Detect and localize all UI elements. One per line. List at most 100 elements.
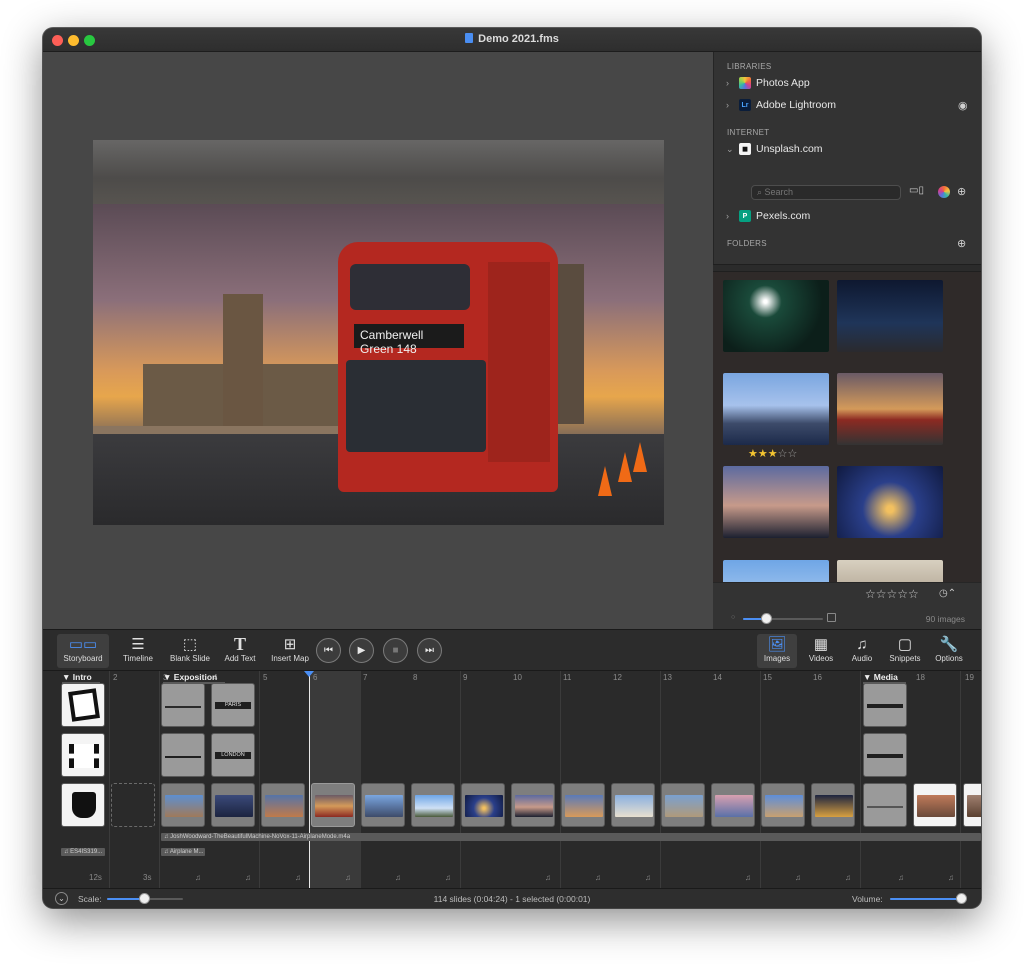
bus-upper-window [350,264,470,310]
star-empty-icon[interactable]: ☆ [788,448,798,460]
playhead[interactable] [309,671,310,888]
stop-button[interactable]: ■ [383,638,408,663]
skip-back-icon: ⏮ [324,645,333,656]
window-title-container: Demo 2021.fms [43,33,981,45]
library-item-label: Pexels.com [756,210,811,222]
text-layer-slot[interactable]: PARIS [211,683,255,727]
text-line [867,754,903,758]
image-thumbnail[interactable] [723,466,829,538]
library-item-lightroom[interactable]: › Lr Adobe Lightroom [726,99,836,111]
play-button[interactable]: ▶ [349,638,374,663]
text-line [165,706,201,708]
slide-thumbnail[interactable] [913,783,957,827]
slide-thumbnail[interactable] [511,783,555,827]
text-layer-slot[interactable] [161,683,205,727]
ruler-number: 11 [563,673,572,682]
library-item-pexels[interactable]: › P Pexels.com [726,210,810,222]
blank-slide-button[interactable]: ⬚ Blank Slide [165,634,215,668]
layout-toggle-icon[interactable]: ▭▯ [909,185,924,196]
image-thumbnail[interactable] [837,466,943,538]
ruler-number: 9 [463,673,468,682]
slide-thumbnail[interactable] [863,783,907,827]
timeline-button[interactable]: ☰ Timeline [117,634,159,668]
insert-map-button[interactable]: ⊞ Insert Map [267,634,313,668]
text-layer-slot[interactable] [161,733,205,777]
audio-tab[interactable]: ♫ Audio [843,634,881,668]
panel-splitter[interactable] [713,264,981,272]
previous-slide-overlay [93,140,664,204]
storyboard-label: Storyboard [63,654,103,663]
column-divider [460,671,461,888]
library-item-unsplash[interactable]: ⌄ ◼ Unsplash.com [726,143,823,155]
star-icon[interactable]: ★ [768,448,778,460]
text-layer-slot[interactable]: LONDON [211,733,255,777]
snippets-tab[interactable]: ▢ Snippets [883,634,927,668]
slide-thumbnail[interactable] [211,783,255,827]
music-note-icon: ♫ [445,873,451,882]
snippets-label: Snippets [889,654,921,663]
slide-thumbnail[interactable] [561,783,605,827]
slide-thumbnail[interactable] [461,783,505,827]
add-text-label: Add Text [224,654,256,663]
color-filter-icon[interactable] [938,186,950,198]
sort-clock-icon[interactable]: ◷⌃ [939,588,956,599]
effect-slot[interactable] [61,683,105,727]
text-layer-slot[interactable] [863,733,907,777]
playhead-handle[interactable] [304,671,314,677]
skip-back-button[interactable]: ⏮ [316,638,341,663]
account-icon[interactable]: ◉ [958,99,968,112]
slide-thumbnail[interactable] [963,783,981,827]
empty-slide-placeholder[interactable] [111,783,155,827]
image-thumbnail[interactable] [723,280,829,352]
effect-slot[interactable] [61,733,105,777]
images-tab[interactable]: 🖼 Images [757,634,797,668]
effect-slot[interactable] [61,783,105,827]
slide-thumbnail-selected[interactable] [311,783,355,827]
options-tab[interactable]: 🔧 Options [929,634,969,668]
audio-track-main[interactable]: ♫ JoshWoodward-TheBeautifulMachine-NoVox… [161,833,981,841]
ruler-number: 16 [813,673,822,682]
large-size-icon [827,613,836,622]
slide-thumbnail[interactable] [711,783,755,827]
skip-forward-button[interactable]: ⏭ [417,638,442,663]
unsplash-search-input[interactable]: ⌕ Search [751,185,901,200]
library-item-photos[interactable]: › Photos App [726,77,810,89]
image-thumbnail[interactable] [837,560,943,582]
add-icon[interactable]: ⊕ [957,185,966,198]
add-text-button[interactable]: T Add Text [221,634,259,668]
rating-filter[interactable]: ☆☆☆☆☆ [865,587,919,601]
library-item-label: Unsplash.com [756,143,823,155]
star-icon[interactable]: ★ [748,448,758,460]
star-empty-icon[interactable]: ☆ [778,448,788,460]
slide-thumbnail[interactable] [611,783,655,827]
add-folder-icon[interactable]: ⊕ [957,237,966,250]
preview-photo[interactable]: Camberwell Green 148 [93,204,664,525]
image-thumbnail[interactable] [723,373,829,445]
storyboard-button[interactable]: ▭▭ Storyboard [57,634,109,668]
videos-tab[interactable]: ▦ Videos [801,634,841,668]
slide-photo [215,795,253,817]
slide-thumbnail[interactable] [411,783,455,827]
text-layer-slot[interactable] [863,683,907,727]
thumbnail-size-knob[interactable] [761,613,772,624]
slide-thumbnail[interactable] [661,783,705,827]
image-thumbnail[interactable] [837,280,943,352]
music-note-icon: ♫ [898,873,904,882]
slide-photo [265,795,303,817]
star-icon[interactable]: ★ [758,448,768,460]
column-divider [760,671,761,888]
library-item-label: Photos App [756,77,810,89]
column-divider [960,671,961,888]
volume-slider-knob[interactable] [956,893,967,904]
slide-thumbnail[interactable] [761,783,805,827]
audio-track-intro[interactable]: ♫ ES4IS319... [61,848,105,856]
slide-thumbnail[interactable] [361,783,405,827]
slide-thumbnail[interactable] [261,783,305,827]
slide-thumbnail[interactable] [161,783,205,827]
image-thumbnail[interactable] [723,560,829,582]
star-rating[interactable]: ★★★☆☆ [748,447,797,460]
column-divider [360,671,361,888]
slide-thumbnail[interactable] [811,783,855,827]
image-thumbnail-selected[interactable] [837,373,943,445]
audio-track-exposition[interactable]: ♫ Airplane M... [161,848,205,856]
